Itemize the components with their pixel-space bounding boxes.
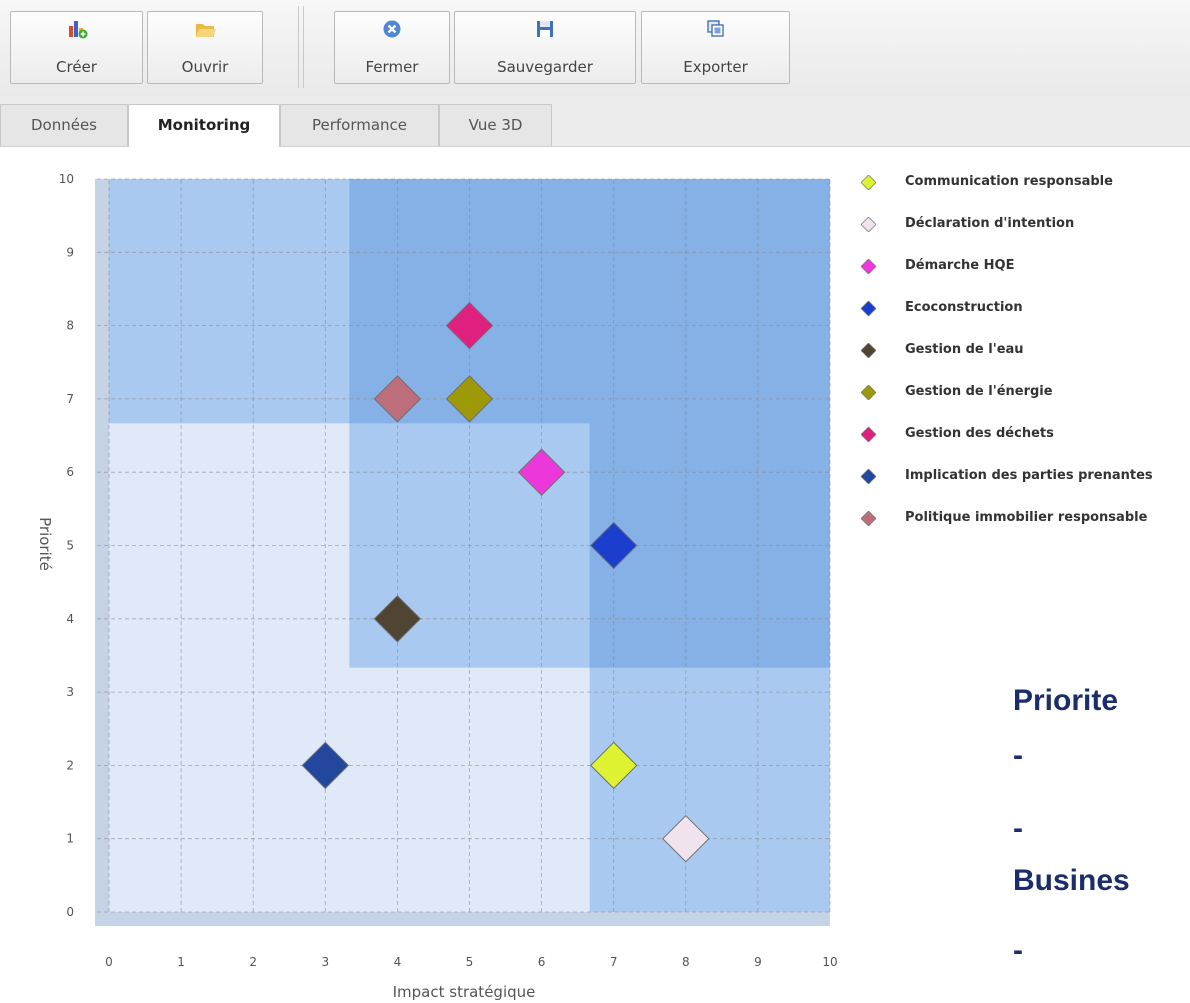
x-tick-label: 10 [822, 955, 837, 969]
create-button[interactable]: Créer [10, 11, 143, 84]
legend-label: Démarche HQE [905, 258, 1015, 273]
export-copy-icon [706, 20, 724, 37]
y-tick-label: 8 [66, 319, 74, 333]
legend-item: Gestion de l'énergie [855, 382, 1190, 404]
save-button-label: Sauvegarder [497, 58, 593, 76]
y-tick-label: 1 [66, 832, 74, 846]
legend-marker [861, 343, 876, 358]
legend-label: Gestion de l'eau [905, 342, 1024, 357]
overlay-line: - [1013, 812, 1023, 845]
x-tick-label: 5 [466, 955, 474, 969]
legend-item: Communication responsable [855, 172, 1190, 194]
y-tick-label: 3 [66, 685, 74, 699]
tab-vue-3d[interactable]: Vue 3D [439, 104, 552, 146]
x-tick-label: 3 [321, 955, 329, 969]
overlay-text: Priorite - - Busines - [1013, 684, 1190, 1003]
y-tick-label: 6 [66, 465, 74, 479]
folder-open-icon [196, 24, 216, 37]
overlay-line: - [1013, 934, 1023, 967]
overlay-line: - [1013, 739, 1023, 772]
toolbar: Créer Ouvrir Fermer Sauvegarder Exporter [0, 0, 1190, 97]
create-button-label: Créer [56, 58, 97, 76]
legend-marker [861, 427, 876, 442]
x-tick-label: 4 [394, 955, 402, 969]
x-axis-label: Impact stratégique [393, 983, 536, 1001]
export-button[interactable]: Exporter [641, 11, 790, 84]
open-button-label: Ouvrir [181, 58, 229, 76]
priority-impact-chart: 0 1 2 3 4 5 6 7 8 9 10 0 1 2 3 4 5 6 7 8 9 10 Impact stratég… [36, 172, 838, 1001]
legend-label: Ecoconstruction [905, 300, 1023, 315]
x-ticks: 0 1 2 3 4 5 6 7 8 9 10 [105, 955, 837, 969]
x-tick-label: 0 [105, 955, 113, 969]
y-tick-label: 2 [66, 758, 74, 772]
y-tick-label: 7 [66, 392, 74, 406]
x-tick-label: 1 [177, 955, 185, 969]
x-axis-track [95, 912, 830, 926]
tab-bar: Données Monitoring Performance Vue 3D [0, 96, 1190, 147]
legend-marker [861, 217, 876, 232]
y-ticks: 0 1 2 3 4 5 6 7 8 9 10 [59, 172, 74, 919]
y-tick-label: 0 [66, 905, 74, 919]
y-axis-track [95, 179, 109, 916]
export-button-label: Exporter [683, 58, 748, 76]
legend-marker [861, 301, 876, 316]
tab-monitoring[interactable]: Monitoring [128, 104, 280, 147]
open-button[interactable]: Ouvrir [147, 11, 263, 84]
legend-item: Déclaration d'intention [855, 214, 1190, 236]
x-tick-label: 6 [538, 955, 546, 969]
legend-label: Implication des parties prenantes [905, 468, 1153, 483]
tab-donnees[interactable]: Données [0, 104, 128, 146]
legend-label: Politique immobilier responsable [905, 510, 1148, 525]
y-tick-label: 9 [66, 245, 74, 259]
overlay-line: Priorite [1013, 684, 1119, 717]
legend-item: Démarche HQE [855, 256, 1190, 278]
legend-marker [861, 511, 876, 526]
x-tick-label: 8 [682, 955, 690, 969]
legend-marker [861, 259, 876, 274]
toolbar-separator [303, 6, 304, 88]
legend-item: Ecoconstruction [855, 298, 1190, 320]
y-axis-label: Priorité [36, 517, 54, 571]
legend-item: Politique immobilier responsable [855, 508, 1190, 530]
overlay-line: Busines [1013, 864, 1130, 897]
x-tick-label: 9 [754, 955, 762, 969]
x-tick-label: 2 [249, 955, 257, 969]
legend-marker [861, 469, 876, 484]
y-tick-label: 5 [66, 539, 74, 553]
floppy-disk-icon [537, 21, 553, 37]
legend-marker [861, 175, 876, 190]
close-button-label: Fermer [365, 58, 419, 76]
legend-item: Gestion des déchets [855, 424, 1190, 446]
legend-label: Gestion de l'énergie [905, 384, 1053, 399]
legend-marker [861, 385, 876, 400]
save-button[interactable]: Sauvegarder [454, 11, 636, 84]
close-circle-icon [383, 20, 401, 38]
y-tick-label: 10 [59, 172, 74, 186]
legend-item: Gestion de l'eau [855, 340, 1190, 362]
tab-performance[interactable]: Performance [280, 104, 439, 146]
create-chart-icon [68, 21, 87, 39]
legend-item: Implication des parties prenantes [855, 466, 1190, 488]
legend-label: Gestion des déchets [905, 426, 1054, 441]
x-tick-label: 7 [610, 955, 618, 969]
toolbar-separator [298, 6, 299, 88]
y-tick-label: 4 [66, 612, 74, 626]
close-button[interactable]: Fermer [334, 11, 450, 84]
legend-label: Communication responsable [905, 174, 1113, 189]
legend-label: Déclaration d'intention [905, 216, 1075, 231]
